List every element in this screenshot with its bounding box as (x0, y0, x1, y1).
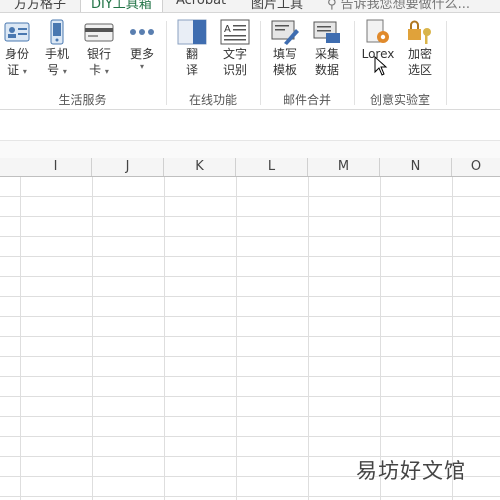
column-header[interactable]: N (380, 158, 452, 176)
tab-diy-toolbox[interactable]: DIY工具箱 (80, 0, 163, 12)
lorex-gear-icon (366, 19, 389, 43)
column-header[interactable]: K (164, 158, 236, 176)
column-header[interactable]: L (236, 158, 308, 176)
formula-bar[interactable] (0, 110, 500, 141)
text-recognition-button[interactable]: A 文字 识别 (218, 19, 252, 78)
group-label-life-services: 生活服务 (58, 93, 107, 107)
sheet-top-gap (0, 141, 500, 159)
id-card-button[interactable]: 身份证 ▾ (2, 19, 32, 80)
svg-text:A: A (224, 24, 231, 35)
id-card-icon (4, 22, 30, 42)
id-card-label: 身份证 ▾ (4, 47, 29, 77)
text-recognition-label: 文字 识别 (222, 47, 247, 77)
group-label-mail-merge: 邮件合并 (282, 93, 331, 107)
encrypt-selection-label: 加密 选区 (407, 47, 432, 77)
lightbulb-icon: ⚲ (327, 0, 341, 12)
ribbon-tab-strip: 方方格子 DIY工具箱 Acrobat 图片工具 ⚲ 告诉我您想要做什么... (0, 0, 500, 13)
phone-icon (50, 19, 64, 45)
collect-data-label: 采集 数据 (314, 47, 339, 77)
phone-number-button[interactable]: 手机号 ▾ (42, 19, 72, 80)
translate-button[interactable]: 翻译 (175, 19, 209, 78)
translate-icon (177, 19, 207, 45)
ribbon: 身份证 ▾ 手机号 ▾ 银行卡 ▾ 更多 ▾ 生活服务 翻译 A 文字 识别 在… (0, 13, 500, 110)
lock-key-icon (408, 20, 431, 44)
bank-card-icon (84, 23, 114, 42)
column-header[interactable]: O (452, 158, 500, 176)
tab-picture-tools[interactable]: 图片工具 (251, 0, 303, 12)
group-label-creative-lab: 创意实验室 (369, 93, 430, 107)
column-header-row: I J K L M N O (0, 158, 500, 177)
bank-card-label: 银行卡 ▾ (86, 47, 111, 77)
text-recognition-icon: A (220, 19, 250, 45)
fill-template-icon (271, 20, 299, 45)
fill-template-label: 填写 模板 (272, 47, 297, 77)
fill-template-button[interactable]: 填写 模板 (268, 19, 302, 78)
collect-data-button[interactable]: 采集 数据 (310, 19, 344, 78)
more-button[interactable]: 更多 ▾ (125, 19, 159, 75)
group-label-online-features: 在线功能 (188, 93, 237, 107)
group-divider (446, 21, 447, 105)
column-header[interactable]: J (92, 158, 164, 176)
cell-grid[interactable] (0, 177, 500, 500)
watermark-text: 易坊好文馆 (356, 459, 466, 483)
tab-acrobat[interactable]: Acrobat (176, 0, 226, 8)
translate-label: 翻译 (185, 47, 198, 77)
column-header[interactable]: M (308, 158, 380, 176)
bank-card-button[interactable]: 银行卡 ▾ (82, 19, 116, 80)
encrypt-selection-button[interactable]: 加密 选区 (403, 19, 437, 78)
tab-fangfanggezi[interactable]: 方方格子 (14, 0, 66, 12)
more-dots-icon (130, 29, 154, 35)
mouse-cursor-icon (374, 56, 388, 76)
phone-number-label: 手机号 ▾ (44, 47, 69, 77)
column-header[interactable]: I (20, 158, 92, 176)
collect-data-icon (313, 21, 340, 43)
tell-me-search[interactable]: ⚲ 告诉我您想要做什么... (327, 0, 470, 12)
